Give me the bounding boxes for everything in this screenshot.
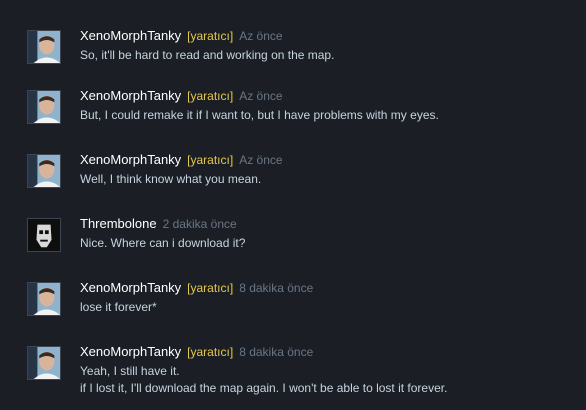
avatar[interactable] <box>27 30 61 64</box>
comment-timestamp: Az önce <box>239 29 283 43</box>
avatar[interactable] <box>27 346 61 380</box>
comment-item: XenoMorphTanky [yaratıcı] Az önce So, it'l… <box>27 28 576 70</box>
comment-line: Nice. Where can i download it? <box>80 236 246 250</box>
comment-header: XenoMorphTanky [yaratıcı] 8 dakika önce <box>80 344 313 360</box>
comment-line: But, I could remake it if I want to, but… <box>80 108 439 122</box>
avatar[interactable] <box>27 154 61 188</box>
comment-text: Nice. Where can i download it? <box>80 235 245 252</box>
comment-item: XenoMorphTanky [yaratıcı] 8 dakika önce Ye… <box>27 344 576 402</box>
comment-item: XenoMorphTanky [yaratıcı] 8 dakika önce lo… <box>27 280 576 322</box>
comment-timestamp: Az önce <box>239 89 283 103</box>
avatar[interactable] <box>27 282 61 316</box>
comment-header: XenoMorphTanky [yaratıcı] Az önce <box>80 152 283 168</box>
comment-line: if I lost it, I'll download the map agai… <box>80 381 448 395</box>
comment-author-link[interactable]: Thrembolone <box>80 216 157 231</box>
comment-header: XenoMorphTanky [yaratıcı] Az önce <box>80 28 283 44</box>
comment-author-link[interactable]: XenoMorphTanky <box>80 280 181 295</box>
face-photo-avatar-icon <box>28 155 60 187</box>
creator-badge: [yaratıcı] <box>187 281 234 295</box>
comment-timestamp: Az önce <box>239 153 283 167</box>
face-photo-avatar-icon <box>28 31 60 63</box>
creator-badge: [yaratıcı] <box>187 153 234 167</box>
comment-item: XenoMorphTanky [yaratıcı] Az önce Well, I … <box>27 152 576 194</box>
avatar[interactable] <box>27 90 61 124</box>
comment-text: Yeah, I still have it. if I lost it, I'l… <box>80 363 447 397</box>
creator-badge: [yaratıcı] <box>187 29 234 43</box>
comment-line: So, it'll be hard to read and working on… <box>80 48 335 62</box>
comment-line: lose it forever* <box>80 300 157 314</box>
comment-text: lose it forever* <box>80 299 157 316</box>
face-photo-avatar-icon <box>28 91 60 123</box>
comment-text: So, it'll be hard to read and working on… <box>80 47 334 64</box>
comment-header: XenoMorphTanky [yaratıcı] 8 dakika önce <box>80 280 313 296</box>
comment-line: Yeah, I still have it. <box>80 364 180 378</box>
comment-header: XenoMorphTanky [yaratıcı] Az önce <box>80 88 283 104</box>
avatar[interactable] <box>27 218 61 252</box>
comment-author-link[interactable]: XenoMorphTanky <box>80 344 181 359</box>
dark-figure-avatar-icon <box>28 219 60 251</box>
comment-timestamp: 8 dakika önce <box>239 281 314 295</box>
comment-author-link[interactable]: XenoMorphTanky <box>80 152 181 167</box>
comment-text: But, I could remake it if I want to, but… <box>80 107 439 124</box>
comment-line: Well, I think know what you mean. <box>80 172 262 186</box>
comment-author-link[interactable]: XenoMorphTanky <box>80 28 181 43</box>
comment-author-link[interactable]: XenoMorphTanky <box>80 88 181 103</box>
face-photo-avatar-icon <box>28 283 60 315</box>
comment-text: Well, I think know what you mean. <box>80 171 261 188</box>
face-photo-avatar-icon <box>28 347 60 379</box>
comment-item: XenoMorphTanky [yaratıcı] Az önce But, I c… <box>27 88 576 130</box>
comment-timestamp: 8 dakika önce <box>239 345 314 359</box>
creator-badge: [yaratıcı] <box>187 345 234 359</box>
comment-item: Thrembolone 2 dakika önce Nice. Where can… <box>27 216 576 258</box>
comment-header: Thrembolone 2 dakika önce <box>80 216 237 232</box>
comment-timestamp: 2 dakika önce <box>162 217 237 231</box>
creator-badge: [yaratıcı] <box>187 89 234 103</box>
